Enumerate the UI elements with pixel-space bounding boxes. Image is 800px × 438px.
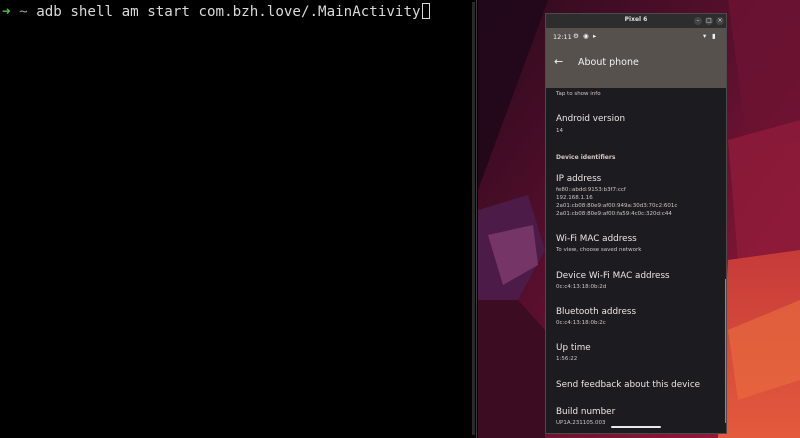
terminal-window[interactable]: ➜ ~ adb shell am start com.bzh.love/.Mai… bbox=[0, 0, 477, 438]
device-wifi-mac-row[interactable]: Device Wi-Fi MAC address 0c:c4:13:18:0b:… bbox=[556, 271, 670, 291]
phone-screen[interactable]: 12:11 ⚙ ◉ ▸ ▾ ▮ ← About phone Tap to sho… bbox=[546, 28, 726, 433]
section-header-device-identifiers: Device identifiers bbox=[556, 154, 616, 161]
android-version-title: Android version bbox=[556, 114, 626, 124]
partial-row-text: Tap to show info bbox=[556, 91, 601, 97]
terminal-scrollbar[interactable] bbox=[472, 2, 475, 435]
bluetooth-address-title: Bluetooth address bbox=[556, 307, 637, 317]
battery-status-icon: ▮ bbox=[712, 32, 716, 40]
terminal-command: adb shell am start com.bzh.love/.MainAct… bbox=[36, 4, 421, 20]
partial-row[interactable]: Tap to show info bbox=[556, 90, 601, 98]
debug-status-icon: ▸ bbox=[593, 32, 597, 40]
back-arrow-icon[interactable]: ← bbox=[554, 55, 563, 68]
wifi-mac-title: Wi-Fi MAC address bbox=[556, 234, 637, 244]
gesture-nav-handle[interactable] bbox=[611, 426, 661, 428]
up-time-value: 1:56:22 bbox=[556, 356, 578, 362]
device-wifi-mac-title: Device Wi-Fi MAC address bbox=[556, 271, 670, 281]
up-time-title: Up time bbox=[556, 343, 591, 353]
terminal-command-line[interactable]: ➜ ~ adb shell am start com.bzh.love/.Mai… bbox=[2, 2, 430, 22]
ip-address-line: 192.168.1.16 bbox=[556, 195, 593, 201]
status-bar: 12:11 ⚙ ◉ ▸ ▾ ▮ bbox=[546, 28, 726, 46]
minimize-icon[interactable]: – bbox=[694, 17, 702, 25]
location-status-icon: ◉ bbox=[583, 32, 589, 40]
maximize-icon[interactable]: □ bbox=[705, 17, 713, 25]
bluetooth-address-value: 0c:c4:13:18:0b:2c bbox=[556, 320, 606, 326]
ip-address-row[interactable]: IP address fe80::abdd:9153:b3f7:ccf 192.… bbox=[556, 174, 677, 218]
wifi-mac-row[interactable]: Wi-Fi MAC address To view, choose saved … bbox=[556, 234, 641, 254]
wifi-mac-subtitle: To view, choose saved network bbox=[556, 247, 642, 253]
ip-address-title: IP address bbox=[556, 174, 602, 184]
emulator-window[interactable]: Pixel 6 – □ × 12:11 ⚙ ◉ ▸ ▾ ▮ ← About ph… bbox=[545, 13, 727, 434]
ip-address-line: fe80::abdd:9153:b3f7:ccf bbox=[556, 187, 626, 193]
page-title: About phone bbox=[578, 57, 639, 68]
up-time-row[interactable]: Up time 1:56:22 bbox=[556, 343, 591, 363]
send-feedback-title: Send feedback about this device bbox=[556, 380, 701, 390]
close-icon[interactable]: × bbox=[716, 17, 724, 25]
android-version-row[interactable]: Android version 14 bbox=[556, 114, 625, 135]
terminal-cursor bbox=[421, 3, 430, 19]
device-wifi-mac-value: 0c:c4:13:18:0b:2d bbox=[556, 284, 607, 290]
settings-scrollbar[interactable] bbox=[725, 279, 726, 423]
prompt-cwd: ~ bbox=[19, 4, 28, 20]
settings-status-icon: ⚙ bbox=[573, 32, 579, 40]
build-number-row[interactable]: Build number UP1A.231105.003 bbox=[556, 407, 615, 427]
send-feedback-row[interactable]: Send feedback about this device bbox=[556, 380, 700, 390]
prompt-arrow-icon: ➜ bbox=[2, 4, 11, 20]
bluetooth-address-row[interactable]: Bluetooth address 0c:c4:13:18:0b:2c bbox=[556, 307, 636, 327]
emulator-titlebar[interactable]: Pixel 6 – □ × bbox=[546, 14, 726, 28]
ip-address-line: 2a01:cb08:80e9:af00:949a:30d3:70c2:601c bbox=[556, 203, 678, 209]
build-number-title: Build number bbox=[556, 407, 616, 417]
build-number-value: UP1A.231105.003 bbox=[556, 420, 606, 426]
wifi-status-icon: ▾ bbox=[703, 32, 707, 40]
ip-address-line: 2a01:cb08:80e9:af00:fa59:4c0c:320d:c44 bbox=[556, 211, 672, 217]
android-version-value: 14 bbox=[556, 128, 563, 134]
app-bar: ← About phone bbox=[546, 46, 726, 88]
status-clock: 12:11 bbox=[553, 33, 572, 41]
